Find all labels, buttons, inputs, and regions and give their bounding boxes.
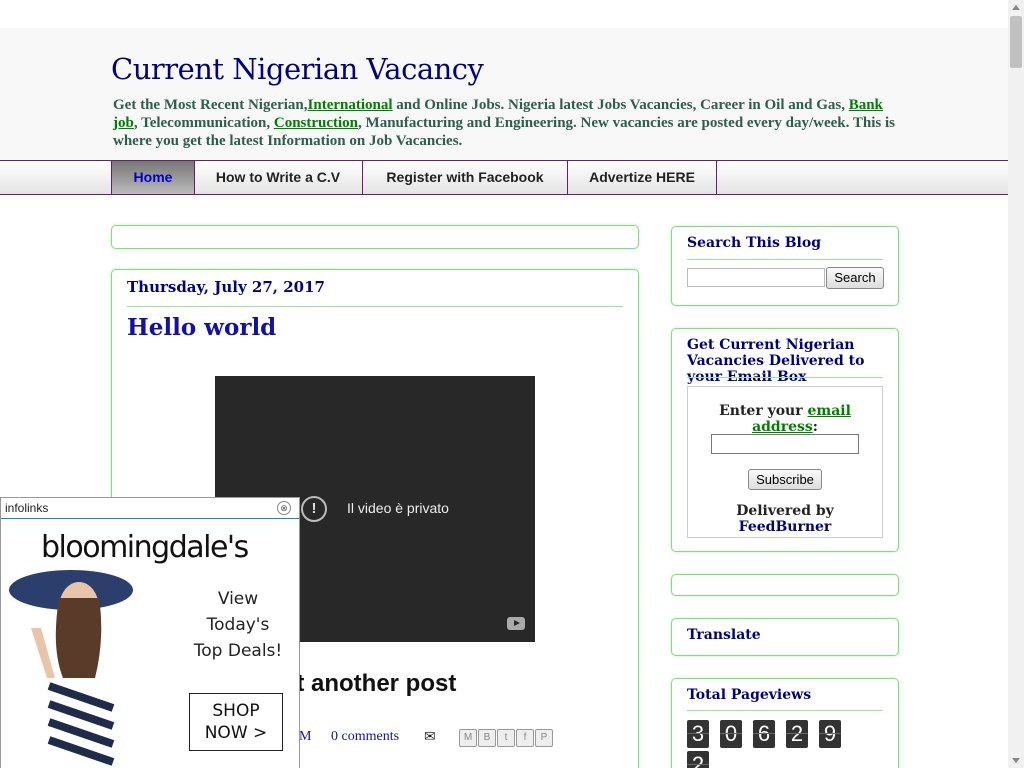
email-post-icon[interactable]: ✉ [424,729,436,745]
scroll-down-arrow-icon[interactable] [1012,758,1020,763]
alert-icon: ! [301,496,327,522]
bloomingdales-logo: bloomingdale's [41,530,249,565]
youtube-icon[interactable] [507,617,525,630]
feedburner-form: Enter your email address: Subscribe Deli… [687,386,883,538]
ad-copy: View Today's Top Deals! [193,586,283,664]
post-divider [127,306,623,307]
post-time-link[interactable]: M [299,729,311,745]
shop-now-line1: SHOP [212,701,260,721]
delivered-by-text: Delivered by [736,503,834,519]
pageview-digit: 6 [753,720,775,748]
post-title[interactable]: Hello world [127,314,276,341]
search-widget-title: Search This Blog [687,235,821,251]
shop-now-line2: NOW > [204,723,268,743]
facebook-share-icon[interactable]: f [516,729,534,747]
close-icon[interactable]: ⊗ [277,501,291,515]
shop-now-button[interactable]: SHOP NOW > [189,693,283,751]
infolinks-label[interactable]: infolinks [5,501,48,515]
blog-title[interactable]: Current Nigerian Vacancy [111,52,484,86]
subscribe-button[interactable]: Subscribe [748,469,822,490]
search-button[interactable]: Search [826,267,884,289]
blog-description: Get the Most Recent Nigerian,Internation… [113,96,903,150]
comments-link[interactable]: 0 comments [331,729,399,745]
construction-link[interactable]: Construction [274,115,358,131]
twitter-share-icon[interactable]: t [497,729,515,747]
scrollbar-thumb[interactable] [1010,16,1022,68]
post-date: Thursday, July 27, 2017 [127,278,325,296]
enter-email-label: Enter your email address: [688,403,882,435]
empty-widget [111,225,639,249]
blog-page: Current Nigerian Vacancy Get the Most Re… [0,0,1008,768]
email-subscribe-widget: Get Current Nigerian Vacancies Delivered… [671,328,899,552]
ad-copy-line: Top Deals! [193,641,283,661]
pageviews-title: Total Pageviews [687,687,812,703]
scroll-up-arrow-icon[interactable] [1012,5,1020,10]
video-private-message: Il video è privato [347,500,449,516]
international-link[interactable]: International [308,97,393,113]
desc-text-2: and Online Jobs. Nigeria latest Jobs Vac… [392,97,849,113]
pageview-digit: 9 [819,720,841,748]
ad-model-image [9,570,133,768]
nav-bar: Home How to Write a C.V Register with Fa… [0,160,1008,195]
empty-sidebar-widget [671,574,899,596]
search-input[interactable] [687,268,825,287]
email-share-icon[interactable]: M [459,729,477,747]
nav-home[interactable]: Home [111,161,195,194]
search-widget: Search This Blog Search [671,226,899,306]
pageview-digit: 2 [786,720,808,748]
ad-bar: infolinks ⊗ [1,498,299,519]
ad-copy-line: Today's [206,615,270,635]
infolinks-ad[interactable]: infolinks ⊗ bloomingdale's View Today's … [0,497,300,768]
pageview-digit: 3 [687,720,709,748]
pageviews-widget: Total Pageviews 3 0 6 2 9 2 [671,678,899,768]
translate-title: Translate [687,627,761,643]
translate-widget: Translate [671,618,899,656]
pageview-digit: 2 [687,751,709,768]
next-post-title[interactable]: st another post [283,670,456,698]
pageview-digit: 0 [720,720,742,748]
pinterest-share-icon[interactable]: P [535,729,553,747]
search-widget-divider [687,259,883,260]
pageviews-divider [687,710,883,711]
feedburner-link[interactable]: FeedBurner [739,519,832,535]
enter-suffix: : [812,419,818,435]
blogger-share-icon[interactable]: B [478,729,496,747]
desc-text-1: Get the Most Recent Nigerian, [113,97,308,113]
nav-how-to-write-cv[interactable]: How to Write a C.V [194,161,363,194]
delivered-by-label: Delivered by FeedBurner [688,503,882,535]
ad-copy-line: View [217,589,259,609]
nav-advertize[interactable]: Advertize HERE [568,161,717,194]
email-field[interactable] [711,434,859,454]
enter-prefix: Enter your [719,403,808,419]
email-widget-divider [687,377,883,378]
desc-text-3: , Telecommunication, [133,115,274,131]
nav-register-facebook[interactable]: Register with Facebook [363,161,568,194]
vertical-scrollbar[interactable] [1008,0,1024,768]
